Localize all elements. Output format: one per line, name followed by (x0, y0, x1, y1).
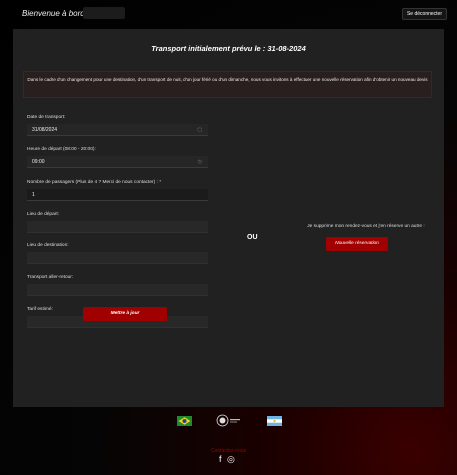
main-panel: Transport initialement prévu le : 31-08-… (13, 29, 444, 407)
page-title: Transport initialement prévu le : 31-08-… (151, 44, 306, 53)
clock-icon[interactable]: ◷ (198, 159, 202, 165)
argentina-flag-icon[interactable] (267, 416, 282, 426)
partner-logo-icon (216, 414, 240, 427)
return-field (27, 284, 208, 296)
rebook-text: Je supprime mon rendez-vous et j'en rése… (307, 224, 425, 229)
welcome-text: Bienvenue à bord (22, 9, 85, 18)
date-value: 31/08/2024 (32, 127, 58, 133)
passengers-input[interactable]: 1 (27, 189, 208, 201)
top-bar: Bienvenue à bord Se déconnecter (0, 0, 457, 28)
return-label: Transport aller-retour: (27, 275, 74, 280)
new-booking-button[interactable]: Nouvelle réservation (326, 237, 388, 251)
destination-field (27, 252, 208, 264)
instagram-icon[interactable]: ◎ (227, 454, 235, 464)
passengers-value: 1 (32, 192, 35, 198)
calendar-icon[interactable]: ▢ (197, 127, 202, 133)
date-label: Date de transport: (27, 115, 66, 120)
update-button[interactable]: Mettre à jour (83, 307, 167, 321)
or-separator: OU (247, 234, 258, 241)
social-icons: f ◎ (219, 454, 238, 465)
user-name-redacted (83, 7, 125, 19)
date-input[interactable]: 31/08/2024 ▢ (27, 124, 208, 136)
time-input[interactable]: 09:00 ◷ (27, 156, 208, 168)
facebook-icon[interactable]: f (219, 454, 222, 464)
departure-field (27, 221, 208, 233)
notice-box: Dans le cadre d'un changement pour une d… (23, 71, 432, 98)
departure-label: Lieu de départ: (27, 212, 60, 217)
logout-button[interactable]: Se déconnecter (401, 8, 447, 20)
price-label: Tarif estimé: (27, 307, 53, 312)
passengers-label: Nombre de passagers (Plus de 4 ? Merci d… (27, 180, 162, 185)
time-value: 09:00 (32, 159, 45, 165)
time-label: Heure de départ (08:00 - 20:00): (27, 147, 96, 152)
brazil-flag-icon[interactable] (177, 416, 192, 426)
destination-label: Lieu de destination: (27, 243, 69, 248)
